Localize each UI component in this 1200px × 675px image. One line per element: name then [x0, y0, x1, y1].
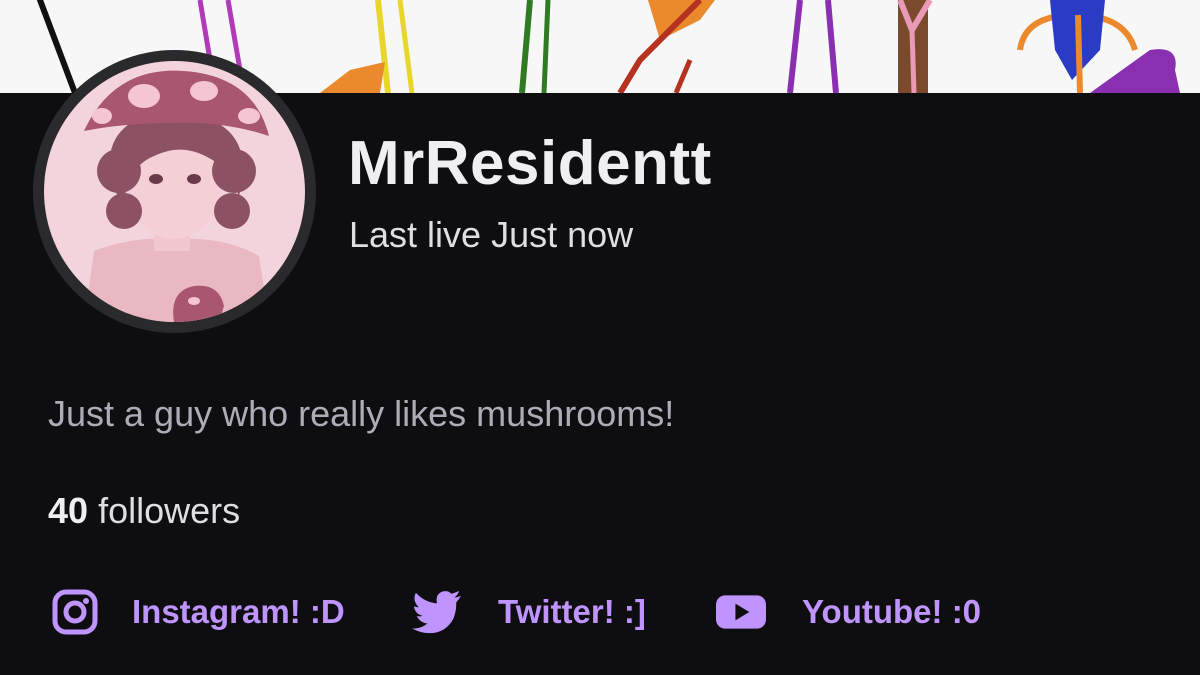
avatar[interactable] — [33, 50, 316, 333]
instagram-icon — [50, 588, 100, 636]
channel-about-panel: MrResidentt Last live Just now Just a gu… — [0, 0, 1200, 675]
youtube-link-label: Youtube! :0 — [802, 593, 982, 630]
follower-count: 40 followers — [48, 490, 240, 532]
last-live-status: Last live Just now — [349, 214, 634, 255]
instagram-link[interactable]: Instagram! :D — [50, 588, 345, 636]
twitter-bird-icon — [412, 588, 462, 636]
youtube-link[interactable]: Youtube! :0 — [716, 588, 981, 636]
avatar-image — [44, 61, 305, 322]
instagram-link-label: Instagram! :D — [132, 593, 345, 630]
channel-bio: Just a guy who really likes mushrooms! — [48, 393, 675, 434]
twitter-link-label: Twitter! :] — [498, 593, 646, 630]
youtube-play-icon — [716, 588, 766, 636]
follower-count-label: followers — [98, 490, 241, 531]
follower-count-number: 40 — [48, 490, 89, 531]
twitter-link[interactable]: Twitter! :] — [412, 588, 646, 636]
channel-username: MrResidentt — [348, 129, 712, 198]
